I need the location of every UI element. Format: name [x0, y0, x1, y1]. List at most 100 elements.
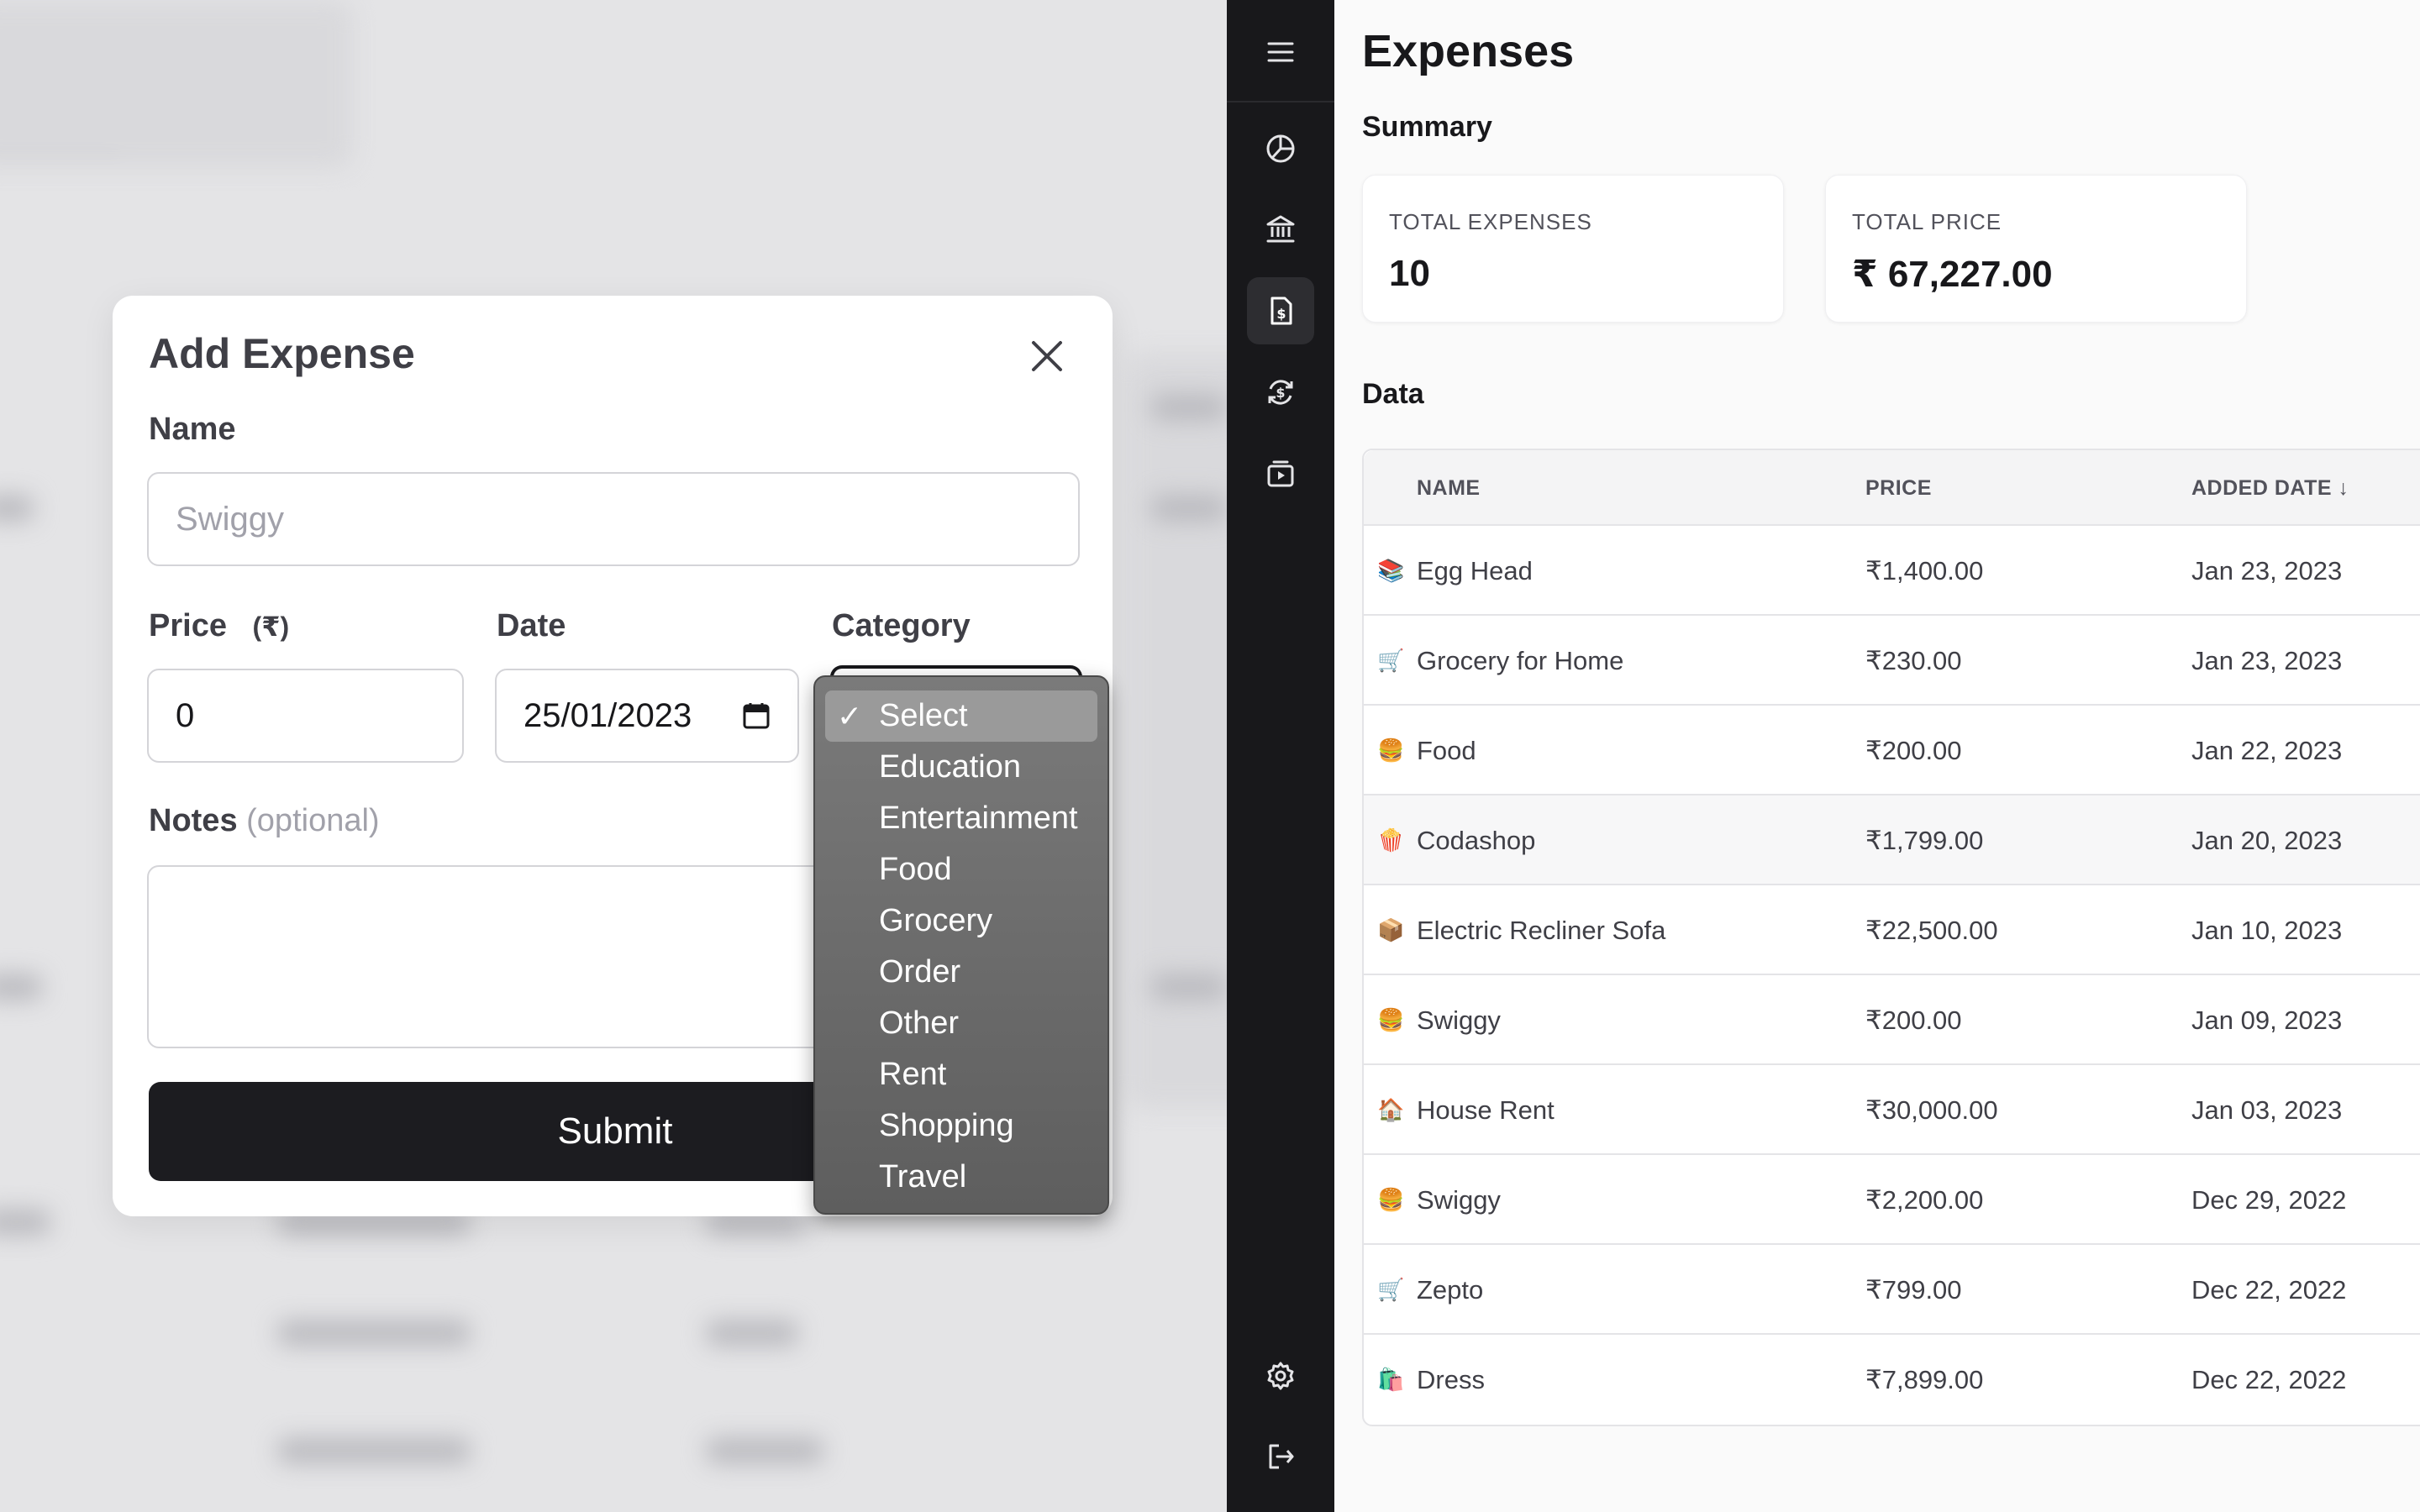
price-input[interactable] — [147, 669, 464, 763]
blurred-row — [706, 1320, 798, 1346]
option-label: Travel — [879, 1159, 967, 1194]
dropdown-option-grocery[interactable]: Grocery — [825, 895, 1097, 947]
expense-date: Dec 29, 2022 — [2191, 1185, 2347, 1215]
column-header-price[interactable]: PRICE — [1865, 450, 1932, 526]
expense-name: Swiggy — [1417, 1005, 1501, 1035]
dropdown-option-other[interactable]: Other — [825, 998, 1097, 1049]
expense-price: ₹2,200.00 — [1865, 1185, 1984, 1215]
expense-date: Dec 22, 2022 — [2191, 1275, 2347, 1305]
date-value: 25/01/2023 — [523, 696, 692, 734]
table-header: NAME PRICE ADDED DATE ↓ — [1364, 450, 2420, 526]
pie-chart-icon — [1266, 134, 1295, 163]
price-label: Price (₹) — [149, 608, 289, 644]
name-input[interactable] — [147, 472, 1080, 566]
sidebar-item-overview[interactable] — [1247, 115, 1314, 182]
option-label: Select — [879, 698, 968, 733]
expense-name: Dress — [1417, 1365, 1485, 1394]
bank-icon — [1266, 215, 1295, 243]
expense-price: ₹30,000.00 — [1865, 1095, 1998, 1125]
sidebar-item-expenses[interactable]: $ — [1247, 277, 1314, 344]
dropdown-option-rent[interactable]: Rent — [825, 1049, 1097, 1100]
column-header-name[interactable]: NAME — [1417, 450, 1481, 526]
calendar-icon[interactable] — [742, 701, 771, 730]
option-label: Shopping — [879, 1108, 1014, 1143]
blurred-row — [277, 1438, 471, 1463]
option-label: Entertainment — [879, 801, 1078, 836]
sidebar: $ $ — [1227, 0, 1334, 1512]
menu-button[interactable] — [1247, 18, 1314, 86]
page-title: Expenses — [1362, 26, 1575, 76]
summary-heading: Summary — [1362, 111, 1492, 143]
expense-price: ₹799.00 — [1865, 1275, 1962, 1305]
expense-name: Food — [1417, 736, 1476, 765]
card-label: TOTAL PRICE — [1852, 209, 2002, 234]
category-emoji-icon: 🛒 — [1377, 1277, 1405, 1302]
expense-name: House Rent — [1417, 1095, 1555, 1125]
sidebar-item-logout[interactable] — [1247, 1423, 1314, 1490]
menu-icon — [1267, 42, 1294, 62]
card-value: ₹ 67,227.00 — [1852, 254, 2053, 295]
column-header-added-date[interactable]: ADDED DATE ↓ — [2191, 450, 2349, 526]
expense-date: Jan 09, 2023 — [2191, 1005, 2343, 1035]
dropdown-option-food[interactable]: Food — [825, 844, 1097, 895]
table-row[interactable]: 🛒 Grocery for Home ₹230.00 Jan 23, 2023 — [1364, 616, 2420, 706]
close-button[interactable] — [1023, 333, 1071, 380]
table-row[interactable]: 🍔 Swiggy ₹200.00 Jan 09, 2023 — [1364, 975, 2420, 1065]
svg-text:$: $ — [1276, 306, 1286, 322]
table-row[interactable]: 📦 Electric Recliner Sofa ₹22,500.00 Jan 10,… — [1364, 885, 2420, 975]
dropdown-option-order[interactable]: Order — [825, 947, 1097, 998]
option-label: Order — [879, 954, 961, 990]
category-emoji-icon: 🏠 — [1377, 1097, 1405, 1122]
expense-name: Codashop — [1417, 826, 1536, 855]
expense-price: ₹200.00 — [1865, 736, 1962, 765]
blurred-row — [0, 1210, 50, 1235]
subscription-icon — [1267, 460, 1294, 487]
category-dropdown[interactable]: ✓ Select Education Entertainment Food Gr… — [813, 675, 1109, 1215]
total-expenses-card: TOTAL EXPENSES 10 — [1362, 175, 1784, 323]
expense-name: Grocery for Home — [1417, 646, 1624, 675]
category-emoji-icon: 🛒 — [1377, 648, 1405, 673]
blurred-row — [277, 1320, 471, 1346]
expenses-table: NAME PRICE ADDED DATE ↓ 📚 Egg Head ₹1,400.… — [1362, 449, 2420, 1426]
price-unit: (₹) — [252, 612, 290, 642]
option-label: Food — [879, 852, 952, 887]
modal-title: Add Expense — [149, 330, 415, 377]
dropdown-option-entertainment[interactable]: Entertainment — [825, 793, 1097, 844]
dropdown-option-select[interactable]: ✓ Select — [825, 690, 1097, 742]
sidebar-divider — [1227, 101, 1334, 102]
name-label: Name — [149, 412, 236, 447]
card-label: TOTAL EXPENSES — [1389, 209, 1592, 234]
table-row[interactable]: 🍔 Food ₹200.00 Jan 22, 2023 — [1364, 706, 2420, 795]
option-label: Education — [879, 749, 1022, 785]
date-input[interactable]: 25/01/2023 — [495, 669, 799, 763]
expense-price: ₹22,500.00 — [1865, 916, 1998, 945]
dropdown-option-travel[interactable]: Travel — [825, 1152, 1097, 1203]
table-row[interactable]: 🍔 Swiggy ₹2,200.00 Dec 29, 2022 — [1364, 1155, 2420, 1245]
blurred-row — [706, 1438, 823, 1463]
date-label: Date — [497, 608, 566, 643]
category-emoji-icon: 📦 — [1377, 917, 1405, 942]
main-content: Expenses Summary TOTAL EXPENSES 10 TOTAL… — [1334, 0, 2420, 1512]
blurred-row — [1151, 974, 1227, 1000]
expense-date: Dec 22, 2022 — [2191, 1365, 2347, 1394]
sidebar-item-accounts[interactable] — [1247, 196, 1314, 263]
blurred-row — [0, 974, 42, 1000]
sidebar-item-settings[interactable] — [1247, 1342, 1314, 1410]
table-row[interactable]: 🏠 House Rent ₹30,000.00 Jan 03, 2023 — [1364, 1065, 2420, 1155]
expense-date: Jan 23, 2023 — [2191, 556, 2343, 585]
table-row[interactable]: 🛒 Zepto ₹799.00 Dec 22, 2022 — [1364, 1245, 2420, 1335]
option-label: Rent — [879, 1057, 947, 1092]
sidebar-item-subscriptions[interactable] — [1247, 440, 1314, 507]
dropdown-option-education[interactable]: Education — [825, 742, 1097, 793]
sidebar-item-recurring[interactable]: $ — [1247, 359, 1314, 426]
table-row[interactable]: 🛍️ Dress ₹7,899.00 Dec 22, 2022 — [1364, 1335, 2420, 1425]
expense-name: Egg Head — [1417, 556, 1533, 585]
logout-icon — [1269, 1444, 1294, 1469]
table-row[interactable]: 📚 Egg Head ₹1,400.00 Jan 23, 2023 — [1364, 526, 2420, 616]
price-label-text: Price — [149, 608, 227, 643]
expense-date: Jan 10, 2023 — [2191, 916, 2343, 945]
table-row[interactable]: 🍿 Codashop ₹1,799.00 Jan 20, 2023 — [1364, 795, 2420, 885]
option-label: Other — [879, 1005, 960, 1041]
blurred-card — [0, 0, 353, 168]
dropdown-option-shopping[interactable]: Shopping — [825, 1100, 1097, 1152]
